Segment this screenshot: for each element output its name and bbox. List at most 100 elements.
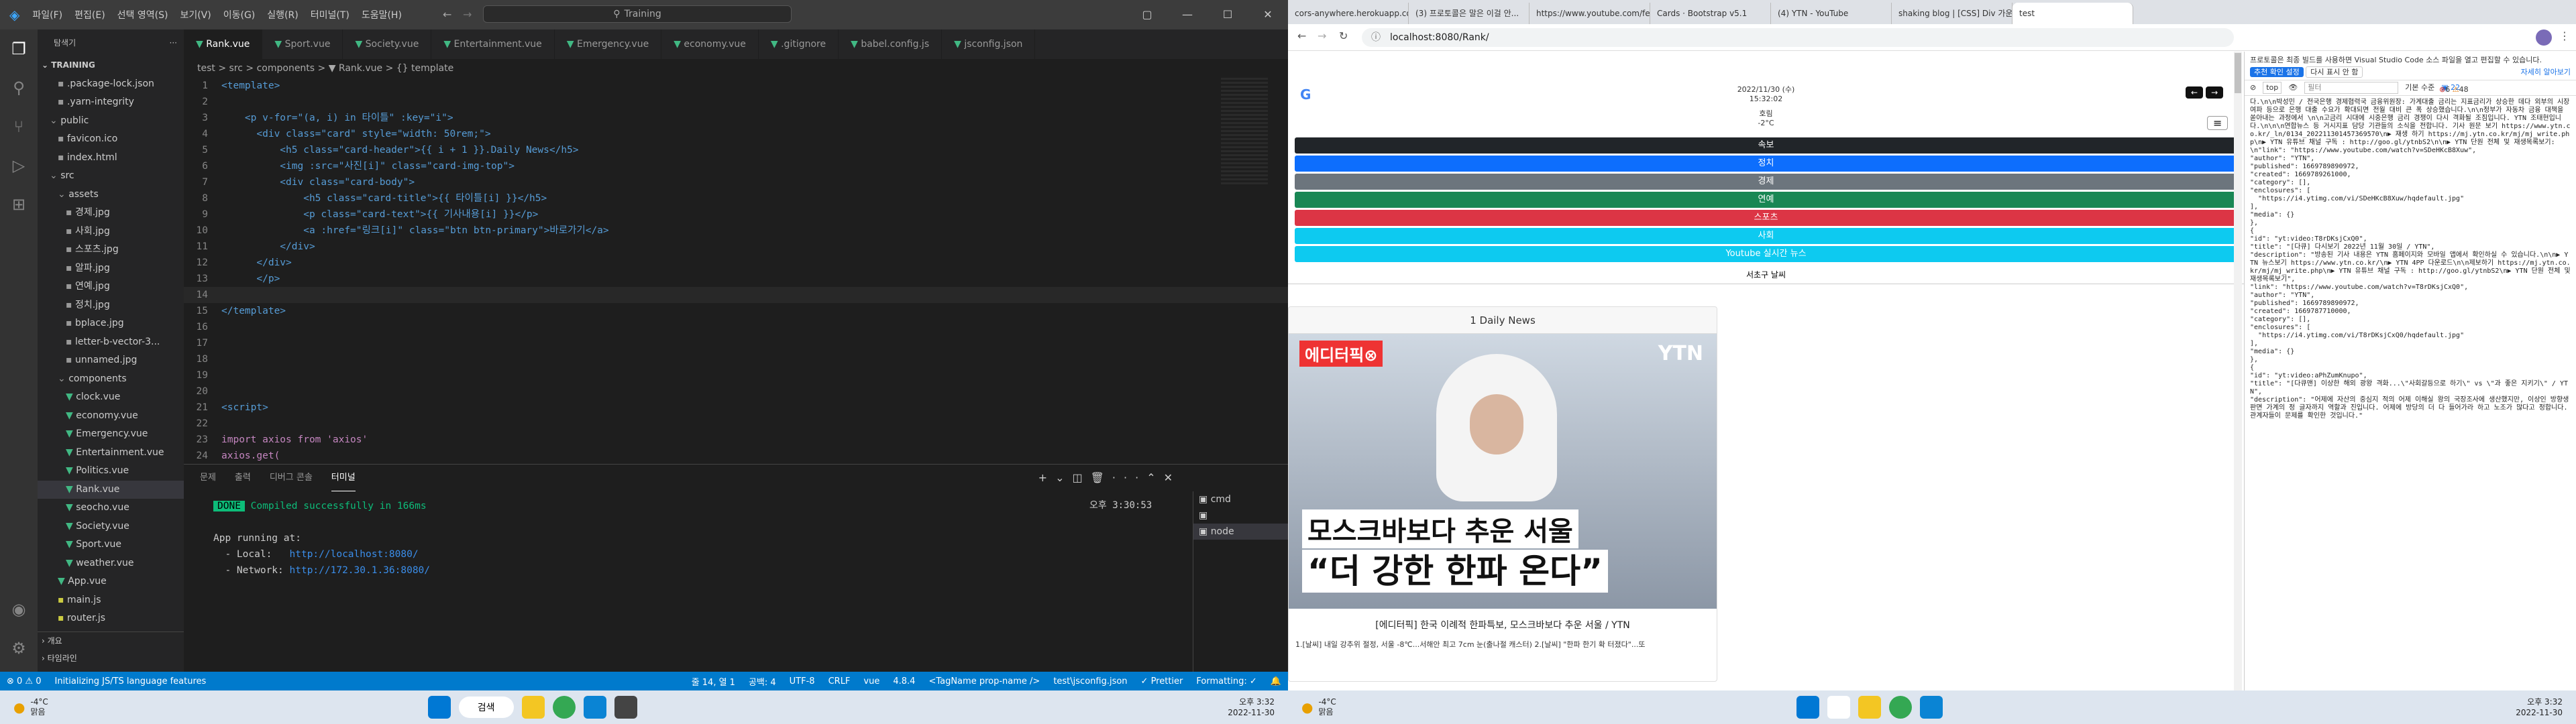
file-item[interactable]: ▼ Politics.vue	[38, 462, 184, 481]
prettier-status[interactable]: ✓ Prettier	[1141, 676, 1183, 686]
encoding-status[interactable]: UTF-8	[790, 676, 815, 686]
browser-tab[interactable]: Cards · Bootstrap v5.1	[1650, 3, 1771, 24]
taskbar-search[interactable]: 검색	[458, 697, 514, 718]
file-item[interactable]: ▪ .package-lock.json	[38, 75, 184, 94]
notice-dismiss-button[interactable]: 다시 표시 안 함	[2306, 66, 2363, 78]
file-item[interactable]: ▼ Rank.vue	[38, 480, 184, 499]
editor-tab[interactable]: ▼ Sport.vue	[262, 29, 343, 59]
vscode-app-icon[interactable]	[583, 696, 606, 719]
search-icon[interactable]: ⚲	[0, 68, 38, 107]
category-button[interactable]: 경제	[1295, 174, 2237, 190]
split-icon[interactable]: ◫	[1072, 471, 1090, 484]
category-button[interactable]: 연예	[1295, 192, 2237, 208]
add-terminal-icon[interactable]: +⌄	[1038, 471, 1073, 484]
panel-tab[interactable]: 터미널	[331, 465, 356, 491]
page-scrollbar[interactable]	[2234, 52, 2242, 690]
vscode-icon-right[interactable]	[1919, 696, 1943, 719]
trash-icon[interactable]: 🗑	[1091, 471, 1112, 484]
file-item[interactable]: ▼ Entertainment.vue	[38, 444, 184, 463]
timeline-section[interactable]: › 타임라인	[38, 650, 184, 668]
terminal-output[interactable]: DONE Compiled successfully in 166ms App …	[213, 498, 430, 579]
code-view[interactable]: 1 <template> 2 3 <p v-for="(a, i) in 타이틀" :…	[184, 78, 1288, 464]
file-item[interactable]: ▪ 연예.jpg	[38, 278, 184, 296]
category-button[interactable]: Youtube 실시간 뉴스	[1295, 246, 2237, 262]
next-arrow-icon[interactable]: →	[2206, 86, 2224, 99]
panel-tab[interactable]: 출력	[235, 465, 251, 491]
browser-tab[interactable]: shaking blog | [CSS] Div 가운...	[1892, 3, 2012, 24]
more-icon[interactable]: ···	[1112, 471, 1146, 484]
cursor-position[interactable]: 줄 14, 열 1	[692, 675, 735, 688]
prev-arrow-icon[interactable]: ←	[2186, 86, 2204, 99]
run-debug-icon[interactable]: ▷	[0, 146, 38, 185]
editor-tab[interactable]: ▼ economy.vue	[661, 29, 759, 59]
browser-tab[interactable]: (3) 프로토콜은 말은 이걸 안...	[1409, 3, 1529, 24]
settings-gear-icon[interactable]: ⚙	[0, 629, 38, 668]
explorer-root[interactable]: ⌄ TRAINING	[38, 56, 184, 75]
command-search-box[interactable]: ⚲ Training	[483, 5, 792, 23]
levels-dropdown[interactable]: 기본 수준	[2405, 80, 2434, 96]
problems-status[interactable]: ⊗ 0 ⚠ 0	[7, 676, 42, 686]
reload-icon[interactable]: ↻	[1339, 29, 1348, 42]
store-app-icon[interactable]	[614, 696, 637, 719]
folder-item[interactable]: ⌄ assets	[38, 186, 184, 204]
outline-section[interactable]: › 개요	[38, 631, 184, 650]
file-item[interactable]: ▼ Emergency.vue	[38, 425, 184, 444]
file-item[interactable]: ▪ 알파.jpg	[38, 259, 184, 278]
file-item[interactable]: ▪ 사회.jpg	[38, 223, 184, 241]
chrome-icon-right[interactable]	[1888, 696, 1912, 719]
category-button[interactable]: 속보	[1295, 137, 2237, 154]
file-item[interactable]: ▼ App.vue	[38, 572, 184, 591]
hamburger-menu-icon[interactable]: ≡	[2207, 116, 2229, 130]
category-button[interactable]: 사회	[1295, 228, 2237, 244]
close-panel-icon[interactable]: ✕	[1164, 471, 1181, 484]
folder-item[interactable]: ⌄ public	[38, 112, 184, 131]
menu-item[interactable]: 편집(E)	[74, 10, 105, 21]
file-item[interactable]: ▪ index.html	[38, 149, 184, 168]
explorer-icon[interactable]: ❐	[0, 29, 38, 68]
editor-tab[interactable]: ▼ Rank.vue	[184, 29, 263, 59]
close-button[interactable]: ✕	[1248, 0, 1288, 29]
folder-item[interactable]: ⌄ src	[38, 167, 184, 186]
local-url[interactable]: http://localhost:8080/	[290, 549, 419, 560]
chrome-app-icon[interactable]	[552, 696, 576, 719]
editor-tab[interactable]: ▼ Entertainment.vue	[431, 29, 555, 59]
more-icon[interactable]: ···	[170, 29, 177, 56]
account-icon[interactable]: ◉	[0, 590, 38, 629]
forward-icon[interactable]: →	[1318, 29, 1326, 42]
tag-format[interactable]: <TagName prop-name />	[928, 676, 1040, 686]
notice-settings-button[interactable]: 추천 확인 설정	[2250, 67, 2304, 77]
file-item[interactable]: ▼ clock.vue	[38, 388, 184, 407]
panel-tab[interactable]: 디버그 콘솔	[270, 465, 313, 491]
folder-item[interactable]: ⌄ components	[38, 370, 184, 389]
start-icon-right[interactable]	[1796, 696, 1819, 719]
source-control-icon[interactable]: ⑂	[0, 107, 38, 146]
bell-icon[interactable]: 🔔	[1271, 676, 1281, 686]
editor-tab[interactable]: ▼ babel.config.js	[839, 29, 943, 59]
back-arrow-icon[interactable]: ←	[443, 8, 451, 21]
learn-more-link[interactable]: 자세히 알아보기	[2521, 68, 2571, 77]
network-url[interactable]: http://172.30.1.36:8080/	[290, 565, 431, 576]
file-item[interactable]: ▪ 스포츠.jpg	[38, 241, 184, 259]
maximize-button[interactable]: ☐	[1208, 0, 1248, 29]
menu-item[interactable]: 도움말(H)	[362, 10, 402, 21]
indent-status[interactable]: 공백: 4	[749, 675, 776, 688]
menu-item[interactable]: 파일(F)	[32, 10, 62, 21]
editor-tab[interactable]: ▼ Society.vue	[343, 29, 432, 59]
seocho-weather-link[interactable]: 서초구 날씨	[1288, 269, 2244, 280]
file-item[interactable]: ▼ economy.vue	[38, 407, 184, 426]
eye-icon[interactable]: 👁	[2288, 80, 2298, 96]
formatting-status[interactable]: Formatting: ✓	[1196, 676, 1256, 686]
chrome-menu-icon[interactable]: ⋮	[2559, 29, 2570, 42]
browser-tab[interactable]: https://www.youtube.com/feeds/	[1529, 3, 1650, 24]
breadcrumb[interactable]: test > src > components > ▼ Rank.vue > {…	[197, 59, 453, 78]
menu-item[interactable]: 실행(R)	[267, 10, 298, 21]
menu-item[interactable]: 터미널(T)	[311, 10, 350, 21]
file-item[interactable]: ▪ .yarn-integrity	[38, 93, 184, 112]
clock-date[interactable]: 2022-11-30	[1228, 707, 1275, 718]
editor-tab[interactable]: ▼ .gitignore	[759, 29, 839, 59]
browser-tab[interactable]: (4) YTN - YouTube	[1771, 3, 1892, 24]
ts-version[interactable]: 4.8.4	[893, 676, 915, 686]
minimap[interactable]	[1221, 78, 1268, 185]
file-item[interactable]: ▪ 정치.jpg	[38, 296, 184, 315]
terminal-instance[interactable]: ▣ node	[1193, 524, 1288, 540]
